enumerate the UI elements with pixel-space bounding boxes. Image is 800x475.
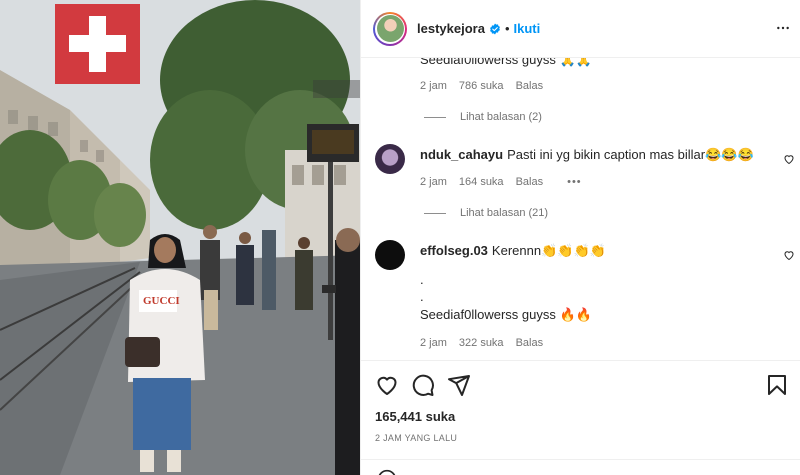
- post-header: lestykejora • Ikuti: [361, 0, 800, 58]
- heart-icon[interactable]: [783, 153, 795, 165]
- comment-meta: 2 jam 164 suka Balas •••: [420, 176, 582, 188]
- emoji-icon[interactable]: [377, 469, 397, 475]
- replies-line: [424, 116, 446, 118]
- comment-time: 2 jam: [420, 337, 447, 349]
- comment-meta: 2 jam 786 suka Balas: [420, 80, 543, 92]
- comment-time: 2 jam: [420, 80, 447, 92]
- share-icon[interactable]: [447, 373, 471, 397]
- post-detail-panel: lestykejora • Ikuti Seediaf0llowerss guy…: [360, 0, 800, 475]
- commenter-username[interactable]: effolseg.03: [420, 243, 488, 258]
- view-replies-button[interactable]: Lihat balasan (2): [424, 111, 542, 123]
- commenter-avatar[interactable]: [375, 240, 405, 270]
- follow-button[interactable]: Ikuti: [514, 21, 541, 36]
- comment-body: effolseg.03 Kerennn👏👏👏👏: [420, 243, 606, 259]
- view-replies-label: Lihat balasan (2): [460, 111, 542, 123]
- comment-icon[interactable]: [411, 373, 435, 397]
- verified-icon: [489, 23, 500, 34]
- comment-time: 2 jam: [420, 176, 447, 188]
- svg-text:GUCCI: GUCCI: [143, 295, 180, 307]
- separator-dot: •: [504, 21, 510, 36]
- author-username[interactable]: lestykejora: [417, 21, 485, 36]
- comment-likes[interactable]: 164 suka: [459, 176, 504, 188]
- replies-line: [424, 212, 446, 214]
- comment-body: nduk_cahayu Pasti ini yg bikin caption ma…: [420, 147, 754, 163]
- comment-text: Pasti ini yg bikin caption mas billar😂😂😂: [507, 147, 754, 162]
- comment-line: Seediaf0llowerss guyss 🔥🔥: [420, 307, 592, 322]
- commenter-avatar[interactable]: [375, 144, 405, 174]
- post-photo[interactable]: GUCCI: [0, 0, 360, 475]
- comment-line: .: [420, 272, 424, 287]
- comment-likes[interactable]: 786 suka: [459, 80, 504, 92]
- comment-text-cut: Seediaf0llowerss guyss 🙏🙏: [420, 58, 592, 67]
- more-icon[interactable]: [775, 20, 791, 36]
- reply-button[interactable]: Balas: [516, 176, 544, 188]
- bookmark-icon[interactable]: [765, 373, 789, 397]
- comment-likes[interactable]: 322 suka: [459, 337, 504, 349]
- comment-meta: 2 jam 322 suka Balas: [420, 337, 543, 349]
- reply-button[interactable]: Balas: [516, 80, 544, 92]
- view-replies-label: Lihat balasan (21): [460, 207, 549, 219]
- view-replies-button[interactable]: Lihat balasan (21): [424, 207, 548, 219]
- comment-line: .: [420, 289, 424, 304]
- heart-icon[interactable]: [375, 373, 399, 397]
- comment-more-button[interactable]: •••: [567, 176, 582, 188]
- reply-button[interactable]: Balas: [516, 337, 544, 349]
- comments-list[interactable]: Seediaf0llowerss guyss 🙏🙏 2 jam 786 suka…: [361, 58, 800, 360]
- post-actions: 165,441 suka 2 JAM YANG LALU: [361, 360, 800, 475]
- divider: [361, 459, 800, 460]
- comment-text: Kerennn👏👏👏👏: [491, 243, 606, 258]
- likes-count[interactable]: 165,441 suka: [375, 409, 455, 424]
- heart-icon[interactable]: [783, 249, 795, 261]
- post-time[interactable]: 2 JAM YANG LALU: [375, 433, 457, 443]
- avatar[interactable]: [373, 11, 407, 46]
- commenter-username[interactable]: nduk_cahayu: [420, 147, 503, 162]
- street-scene-image: GUCCI: [0, 0, 360, 475]
